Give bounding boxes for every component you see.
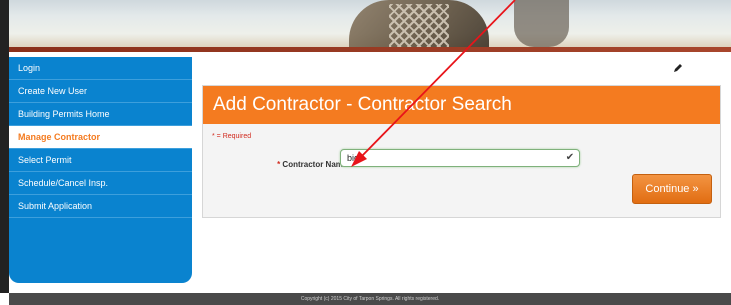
footer-copyright: Copyright (c) 2015 City of Tarpon Spring… — [9, 293, 731, 305]
sidebar-nav: Login Create New User Building Permits H… — [9, 57, 192, 283]
required-marker: * — [277, 160, 281, 169]
checkmark-icon: ✔ — [565, 152, 575, 163]
banner-strip — [9, 47, 731, 52]
continue-button[interactable]: Continue » — [632, 174, 712, 204]
required-note: * = Required — [212, 133, 252, 140]
sidebar-item-login[interactable]: Login — [9, 57, 192, 80]
sidebar-item-submit-application[interactable]: Submit Application — [9, 195, 192, 218]
sidebar-item-create-new-user[interactable]: Create New User — [9, 80, 192, 103]
pencil-icon[interactable] — [670, 60, 686, 76]
sidebar-item-schedule-cancel-insp[interactable]: Schedule/Cancel Insp. — [9, 172, 192, 195]
banner-net-image — [389, 4, 449, 47]
contractor-search-panel: Add Contractor - Contractor Search * = R… — [202, 85, 721, 218]
banner-figure-image — [514, 0, 569, 47]
window-left-frame — [0, 0, 9, 293]
header-banner — [9, 0, 731, 52]
sidebar-item-manage-contractor[interactable]: Manage Contractor — [9, 126, 192, 149]
bottom-frame — [0, 293, 9, 305]
sidebar-item-building-permits-home[interactable]: Building Permits Home — [9, 103, 192, 126]
contractor-name-label: * Contractor Name: — [265, 160, 350, 169]
page-title: Add Contractor - Contractor Search — [203, 86, 720, 124]
sidebar-item-select-permit[interactable]: Select Permit — [9, 149, 192, 172]
contractor-name-input[interactable] — [340, 149, 580, 167]
pencil-icon-glyph — [674, 64, 682, 72]
